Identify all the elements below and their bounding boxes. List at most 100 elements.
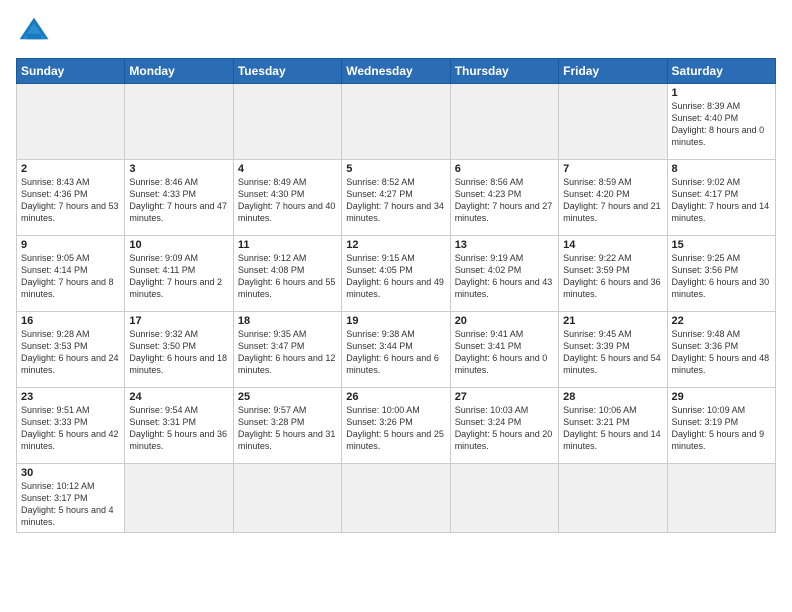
day-number: 8 bbox=[672, 163, 771, 175]
day-info: Sunrise: 9:45 AM Sunset: 3:39 PM Dayligh… bbox=[563, 328, 662, 377]
day-number: 27 bbox=[455, 391, 554, 403]
day-number: 30 bbox=[21, 467, 120, 479]
calendar-day-cell: 16Sunrise: 9:28 AM Sunset: 3:53 PM Dayli… bbox=[17, 312, 125, 388]
day-info: Sunrise: 8:59 AM Sunset: 4:20 PM Dayligh… bbox=[563, 176, 662, 225]
day-info: Sunrise: 8:52 AM Sunset: 4:27 PM Dayligh… bbox=[346, 176, 445, 225]
day-info: Sunrise: 8:56 AM Sunset: 4:23 PM Dayligh… bbox=[455, 176, 554, 225]
day-number: 22 bbox=[672, 315, 771, 327]
day-info: Sunrise: 9:09 AM Sunset: 4:11 PM Dayligh… bbox=[129, 252, 228, 301]
day-info: Sunrise: 8:49 AM Sunset: 4:30 PM Dayligh… bbox=[238, 176, 337, 225]
calendar-day-header: Tuesday bbox=[233, 59, 341, 84]
calendar-day-cell bbox=[342, 84, 450, 160]
day-info: Sunrise: 10:06 AM Sunset: 3:21 PM Daylig… bbox=[563, 404, 662, 453]
day-info: Sunrise: 9:15 AM Sunset: 4:05 PM Dayligh… bbox=[346, 252, 445, 301]
calendar-day-cell bbox=[17, 84, 125, 160]
calendar-header-row: SundayMondayTuesdayWednesdayThursdayFrid… bbox=[17, 59, 776, 84]
day-info: Sunrise: 8:46 AM Sunset: 4:33 PM Dayligh… bbox=[129, 176, 228, 225]
calendar-day-cell: 22Sunrise: 9:48 AM Sunset: 3:36 PM Dayli… bbox=[667, 312, 775, 388]
calendar-day-cell: 12Sunrise: 9:15 AM Sunset: 4:05 PM Dayli… bbox=[342, 236, 450, 312]
calendar-day-cell: 25Sunrise: 9:57 AM Sunset: 3:28 PM Dayli… bbox=[233, 388, 341, 464]
calendar-day-cell: 4Sunrise: 8:49 AM Sunset: 4:30 PM Daylig… bbox=[233, 160, 341, 236]
calendar-day-cell: 14Sunrise: 9:22 AM Sunset: 3:59 PM Dayli… bbox=[559, 236, 667, 312]
day-number: 17 bbox=[129, 315, 228, 327]
day-number: 14 bbox=[563, 239, 662, 251]
calendar-day-cell: 26Sunrise: 10:00 AM Sunset: 3:26 PM Dayl… bbox=[342, 388, 450, 464]
calendar-day-header: Wednesday bbox=[342, 59, 450, 84]
day-number: 6 bbox=[455, 163, 554, 175]
day-info: Sunrise: 9:48 AM Sunset: 3:36 PM Dayligh… bbox=[672, 328, 771, 377]
calendar-day-cell: 18Sunrise: 9:35 AM Sunset: 3:47 PM Dayli… bbox=[233, 312, 341, 388]
day-number: 11 bbox=[238, 239, 337, 251]
day-number: 1 bbox=[672, 87, 771, 99]
calendar-day-cell bbox=[233, 84, 341, 160]
calendar-day-cell: 30Sunrise: 10:12 AM Sunset: 3:17 PM Dayl… bbox=[17, 464, 125, 533]
day-info: Sunrise: 9:12 AM Sunset: 4:08 PM Dayligh… bbox=[238, 252, 337, 301]
calendar-day-cell bbox=[342, 464, 450, 533]
day-number: 10 bbox=[129, 239, 228, 251]
calendar-day-cell: 9Sunrise: 9:05 AM Sunset: 4:14 PM Daylig… bbox=[17, 236, 125, 312]
calendar-day-cell: 27Sunrise: 10:03 AM Sunset: 3:24 PM Dayl… bbox=[450, 388, 558, 464]
day-number: 3 bbox=[129, 163, 228, 175]
calendar-day-cell: 2Sunrise: 8:43 AM Sunset: 4:36 PM Daylig… bbox=[17, 160, 125, 236]
day-number: 5 bbox=[346, 163, 445, 175]
calendar-day-cell: 15Sunrise: 9:25 AM Sunset: 3:56 PM Dayli… bbox=[667, 236, 775, 312]
calendar-week-row: 9Sunrise: 9:05 AM Sunset: 4:14 PM Daylig… bbox=[17, 236, 776, 312]
calendar-day-cell: 28Sunrise: 10:06 AM Sunset: 3:21 PM Dayl… bbox=[559, 388, 667, 464]
calendar-day-cell: 24Sunrise: 9:54 AM Sunset: 3:31 PM Dayli… bbox=[125, 388, 233, 464]
day-number: 12 bbox=[346, 239, 445, 251]
calendar-day-cell: 11Sunrise: 9:12 AM Sunset: 4:08 PM Dayli… bbox=[233, 236, 341, 312]
day-number: 19 bbox=[346, 315, 445, 327]
day-info: Sunrise: 9:32 AM Sunset: 3:50 PM Dayligh… bbox=[129, 328, 228, 377]
calendar-day-cell: 5Sunrise: 8:52 AM Sunset: 4:27 PM Daylig… bbox=[342, 160, 450, 236]
day-info: Sunrise: 10:09 AM Sunset: 3:19 PM Daylig… bbox=[672, 404, 771, 453]
calendar-day-header: Thursday bbox=[450, 59, 558, 84]
calendar-week-row: 2Sunrise: 8:43 AM Sunset: 4:36 PM Daylig… bbox=[17, 160, 776, 236]
day-number: 7 bbox=[563, 163, 662, 175]
day-info: Sunrise: 9:25 AM Sunset: 3:56 PM Dayligh… bbox=[672, 252, 771, 301]
calendar-week-row: 23Sunrise: 9:51 AM Sunset: 3:33 PM Dayli… bbox=[17, 388, 776, 464]
calendar-day-cell bbox=[667, 464, 775, 533]
day-number: 13 bbox=[455, 239, 554, 251]
day-info: Sunrise: 9:41 AM Sunset: 3:41 PM Dayligh… bbox=[455, 328, 554, 377]
calendar-day-cell: 21Sunrise: 9:45 AM Sunset: 3:39 PM Dayli… bbox=[559, 312, 667, 388]
day-info: Sunrise: 8:39 AM Sunset: 4:40 PM Dayligh… bbox=[672, 100, 771, 149]
calendar-day-cell: 1Sunrise: 8:39 AM Sunset: 4:40 PM Daylig… bbox=[667, 84, 775, 160]
header bbox=[16, 10, 776, 50]
calendar-day-cell: 17Sunrise: 9:32 AM Sunset: 3:50 PM Dayli… bbox=[125, 312, 233, 388]
day-number: 26 bbox=[346, 391, 445, 403]
calendar-day-cell bbox=[559, 84, 667, 160]
day-number: 9 bbox=[21, 239, 120, 251]
calendar-day-header: Monday bbox=[125, 59, 233, 84]
day-number: 15 bbox=[672, 239, 771, 251]
day-number: 25 bbox=[238, 391, 337, 403]
day-info: Sunrise: 10:00 AM Sunset: 3:26 PM Daylig… bbox=[346, 404, 445, 453]
calendar-week-row: 1Sunrise: 8:39 AM Sunset: 4:40 PM Daylig… bbox=[17, 84, 776, 160]
calendar-day-cell: 6Sunrise: 8:56 AM Sunset: 4:23 PM Daylig… bbox=[450, 160, 558, 236]
calendar: SundayMondayTuesdayWednesdayThursdayFrid… bbox=[16, 58, 776, 533]
day-number: 4 bbox=[238, 163, 337, 175]
calendar-day-cell: 10Sunrise: 9:09 AM Sunset: 4:11 PM Dayli… bbox=[125, 236, 233, 312]
day-info: Sunrise: 9:19 AM Sunset: 4:02 PM Dayligh… bbox=[455, 252, 554, 301]
day-info: Sunrise: 9:05 AM Sunset: 4:14 PM Dayligh… bbox=[21, 252, 120, 301]
calendar-day-cell: 20Sunrise: 9:41 AM Sunset: 3:41 PM Dayli… bbox=[450, 312, 558, 388]
calendar-day-cell bbox=[450, 464, 558, 533]
day-info: Sunrise: 9:22 AM Sunset: 3:59 PM Dayligh… bbox=[563, 252, 662, 301]
day-number: 21 bbox=[563, 315, 662, 327]
day-number: 20 bbox=[455, 315, 554, 327]
calendar-day-cell bbox=[125, 84, 233, 160]
calendar-week-row: 30Sunrise: 10:12 AM Sunset: 3:17 PM Dayl… bbox=[17, 464, 776, 533]
calendar-day-cell: 19Sunrise: 9:38 AM Sunset: 3:44 PM Dayli… bbox=[342, 312, 450, 388]
day-info: Sunrise: 9:51 AM Sunset: 3:33 PM Dayligh… bbox=[21, 404, 120, 453]
calendar-day-cell: 3Sunrise: 8:46 AM Sunset: 4:33 PM Daylig… bbox=[125, 160, 233, 236]
day-info: Sunrise: 9:02 AM Sunset: 4:17 PM Dayligh… bbox=[672, 176, 771, 225]
calendar-day-cell bbox=[559, 464, 667, 533]
day-info: Sunrise: 9:38 AM Sunset: 3:44 PM Dayligh… bbox=[346, 328, 445, 377]
day-info: Sunrise: 9:54 AM Sunset: 3:31 PM Dayligh… bbox=[129, 404, 228, 453]
page: SundayMondayTuesdayWednesdayThursdayFrid… bbox=[0, 0, 792, 612]
calendar-day-header: Friday bbox=[559, 59, 667, 84]
calendar-day-cell bbox=[450, 84, 558, 160]
calendar-week-row: 16Sunrise: 9:28 AM Sunset: 3:53 PM Dayli… bbox=[17, 312, 776, 388]
calendar-day-cell: 13Sunrise: 9:19 AM Sunset: 4:02 PM Dayli… bbox=[450, 236, 558, 312]
day-info: Sunrise: 9:35 AM Sunset: 3:47 PM Dayligh… bbox=[238, 328, 337, 377]
day-info: Sunrise: 10:03 AM Sunset: 3:24 PM Daylig… bbox=[455, 404, 554, 453]
